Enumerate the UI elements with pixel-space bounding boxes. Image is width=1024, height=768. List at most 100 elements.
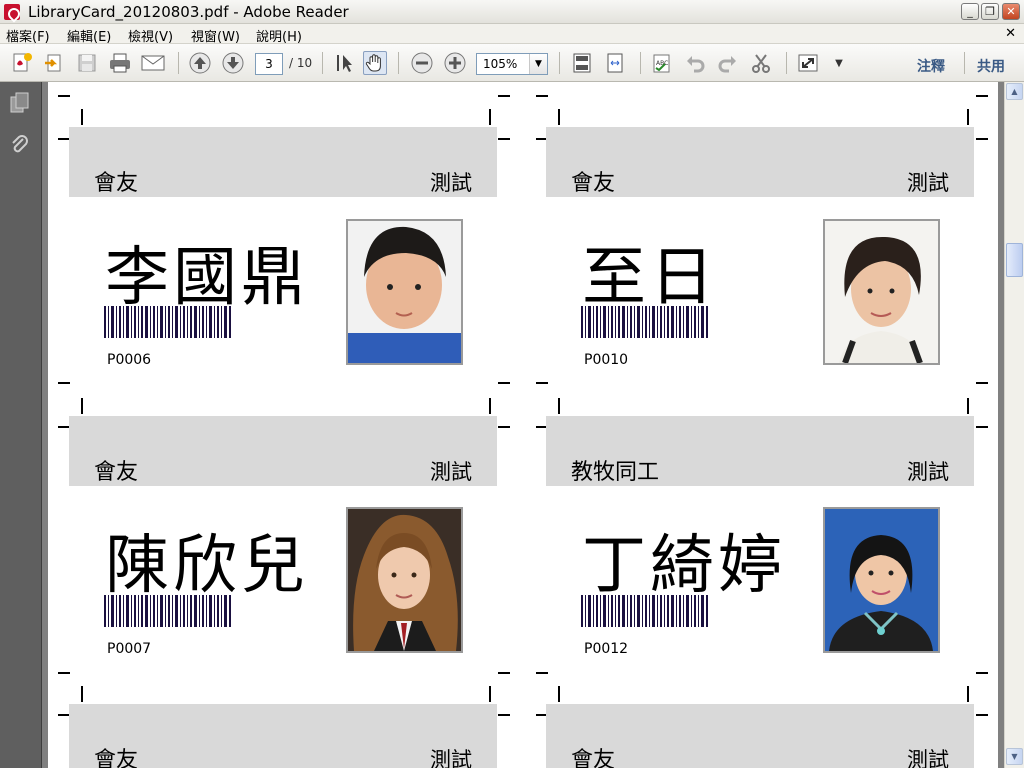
print-icon[interactable] bbox=[108, 51, 132, 75]
crop-mark bbox=[536, 672, 548, 674]
card-id: P0006 bbox=[107, 352, 152, 368]
card-header: 教牧同工 測試 bbox=[546, 416, 974, 486]
photo-boy bbox=[346, 219, 463, 365]
fit-width-icon[interactable] bbox=[603, 51, 627, 75]
menu-edit[interactable]: 編輯(E) bbox=[67, 26, 111, 45]
crop-mark bbox=[58, 382, 70, 384]
toolbar-separator bbox=[398, 52, 399, 74]
fit-page-icon[interactable] bbox=[570, 51, 594, 75]
restore-button[interactable]: ❐ bbox=[981, 3, 999, 20]
email-icon[interactable] bbox=[141, 51, 165, 75]
card-header: 會友 測試 bbox=[69, 127, 497, 197]
crop-mark bbox=[58, 95, 70, 97]
page-total-label: / 10 bbox=[289, 56, 313, 70]
crop-mark bbox=[558, 109, 560, 125]
window-title: LibraryCard_20120803.pdf - Adobe Reader bbox=[28, 3, 349, 21]
crop-mark bbox=[967, 109, 969, 125]
undo-icon[interactable] bbox=[683, 51, 707, 75]
cut-icon[interactable] bbox=[749, 51, 773, 75]
export-icon[interactable] bbox=[42, 51, 66, 75]
document-area[interactable]: 會友 測試 李國鼎 P0006 會友 測試 至日 P0010 會友 測試 陳欣兒… bbox=[42, 82, 1004, 768]
close-button[interactable]: ✕ bbox=[1002, 3, 1020, 20]
crop-mark bbox=[536, 95, 548, 97]
menu-view[interactable]: 檢視(V) bbox=[128, 26, 173, 45]
card-test-label: 測試 bbox=[907, 460, 949, 484]
crop-mark bbox=[976, 382, 988, 384]
crop-mark bbox=[498, 672, 510, 674]
toolbar-separator bbox=[322, 52, 323, 74]
barcode bbox=[581, 306, 708, 338]
zoom-value: 105% bbox=[483, 57, 518, 71]
crop-mark bbox=[498, 95, 510, 97]
crop-mark bbox=[976, 672, 988, 674]
menu-file[interactable]: 檔案(F) bbox=[6, 26, 50, 45]
next-page-icon[interactable] bbox=[221, 51, 245, 75]
barcode bbox=[104, 306, 231, 338]
crop-mark bbox=[558, 686, 560, 702]
card-id: P0010 bbox=[584, 352, 629, 368]
card-name: 至日 bbox=[582, 241, 718, 315]
crop-mark bbox=[967, 398, 969, 414]
crop-mark bbox=[489, 398, 491, 414]
menu-window[interactable]: 視窗(W) bbox=[191, 26, 240, 45]
card-member-type: 會友 bbox=[571, 171, 616, 196]
card-id: P0012 bbox=[584, 641, 629, 657]
card-name: 丁綺婷 bbox=[582, 529, 786, 603]
zoom-dropdown[interactable]: 105% ▼ bbox=[476, 53, 548, 75]
more-tools-icon[interactable]: ▼ bbox=[827, 51, 851, 75]
vertical-scrollbar[interactable]: ▲ ▼ bbox=[1004, 82, 1024, 768]
scrollbar-thumb[interactable] bbox=[1006, 243, 1023, 277]
select-tool-icon[interactable] bbox=[332, 51, 356, 75]
crop-mark bbox=[967, 686, 969, 702]
title-bar: LibraryCard_20120803.pdf - Adobe Reader … bbox=[0, 0, 1024, 24]
crop-mark bbox=[81, 398, 83, 414]
crop-mark bbox=[498, 426, 510, 428]
card-name: 李國鼎 bbox=[105, 241, 309, 315]
chevron-down-icon[interactable]: ▼ bbox=[529, 54, 547, 74]
crop-mark bbox=[498, 714, 510, 716]
crop-mark bbox=[81, 109, 83, 125]
page-thumbnails-icon[interactable] bbox=[9, 92, 31, 114]
toolbar-separator bbox=[559, 52, 560, 74]
hand-tool-icon[interactable] bbox=[363, 51, 387, 75]
crop-mark bbox=[558, 398, 560, 414]
create-pdf-icon[interactable] bbox=[10, 51, 34, 75]
scroll-up-arrow-icon[interactable]: ▲ bbox=[1006, 83, 1023, 100]
crop-mark bbox=[498, 382, 510, 384]
toolbar-separator bbox=[964, 52, 965, 74]
attachments-icon[interactable] bbox=[9, 134, 31, 156]
toolbar-separator bbox=[640, 52, 641, 74]
card-header: 會友 測試 bbox=[546, 127, 974, 197]
card-header: 會友 測試 bbox=[69, 704, 497, 768]
sign-icon[interactable]: ABC bbox=[650, 51, 674, 75]
card-test-label: 測試 bbox=[430, 748, 472, 768]
menu-bar: 檔案(F) 編輯(E) 檢視(V) 視窗(W) 說明(H) ✕ bbox=[0, 24, 1024, 45]
page-number-input[interactable]: 3 bbox=[255, 53, 283, 75]
minimize-button[interactable]: _ bbox=[961, 3, 979, 20]
comment-button[interactable]: 注釋 bbox=[917, 56, 945, 76]
prev-page-icon[interactable] bbox=[188, 51, 212, 75]
card-member-type: 會友 bbox=[94, 748, 139, 768]
redo-icon[interactable] bbox=[716, 51, 740, 75]
save-icon[interactable] bbox=[75, 51, 99, 75]
card-member-type: 教牧同工 bbox=[571, 460, 660, 485]
fullscreen-icon[interactable] bbox=[796, 51, 820, 75]
crop-mark bbox=[81, 686, 83, 702]
zoom-in-icon[interactable] bbox=[443, 51, 467, 75]
share-button[interactable]: 共用 bbox=[977, 56, 1005, 76]
card-member-type: 會友 bbox=[571, 748, 616, 768]
navigation-panel bbox=[0, 82, 42, 768]
crop-mark bbox=[976, 426, 988, 428]
crop-mark bbox=[536, 382, 548, 384]
menu-help[interactable]: 說明(H) bbox=[256, 26, 302, 45]
zoom-out-icon[interactable] bbox=[410, 51, 434, 75]
photo-woman-short-hair bbox=[823, 219, 940, 365]
close-document-icon[interactable]: ✕ bbox=[1005, 26, 1016, 41]
toolbar: 3 / 10 105% ▼ ABC ▼ 注釋 共用 bbox=[0, 44, 1024, 82]
barcode bbox=[104, 595, 231, 627]
card-test-label: 測試 bbox=[430, 460, 472, 484]
scroll-down-arrow-icon[interactable]: ▼ bbox=[1006, 748, 1023, 765]
crop-mark bbox=[976, 95, 988, 97]
crop-mark bbox=[976, 138, 988, 140]
photo-woman-blue-background bbox=[823, 507, 940, 653]
